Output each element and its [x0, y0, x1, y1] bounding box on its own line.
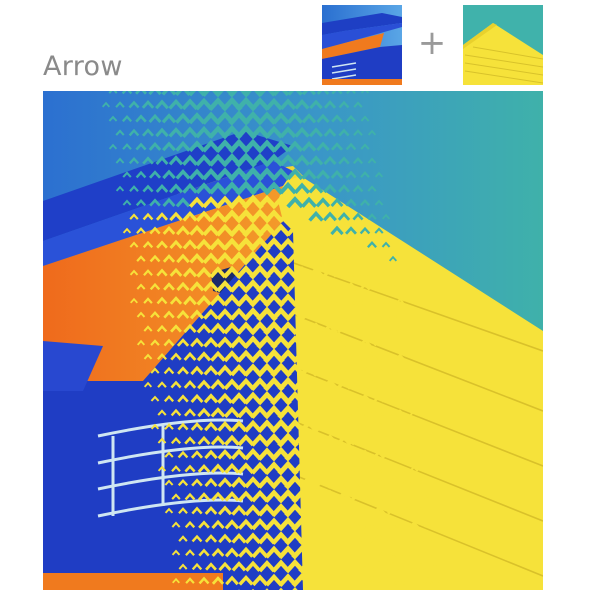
effect-title: Arrow: [43, 51, 123, 82]
composite-image: [43, 91, 543, 590]
thumbnail-b-image: [463, 5, 543, 85]
source-thumbnail-b[interactable]: [463, 5, 543, 85]
composite-canvas: [43, 91, 543, 590]
plus-icon: +: [417, 23, 447, 63]
thumbnail-a-image: [322, 5, 402, 85]
source-thumbnail-a[interactable]: [322, 5, 402, 85]
